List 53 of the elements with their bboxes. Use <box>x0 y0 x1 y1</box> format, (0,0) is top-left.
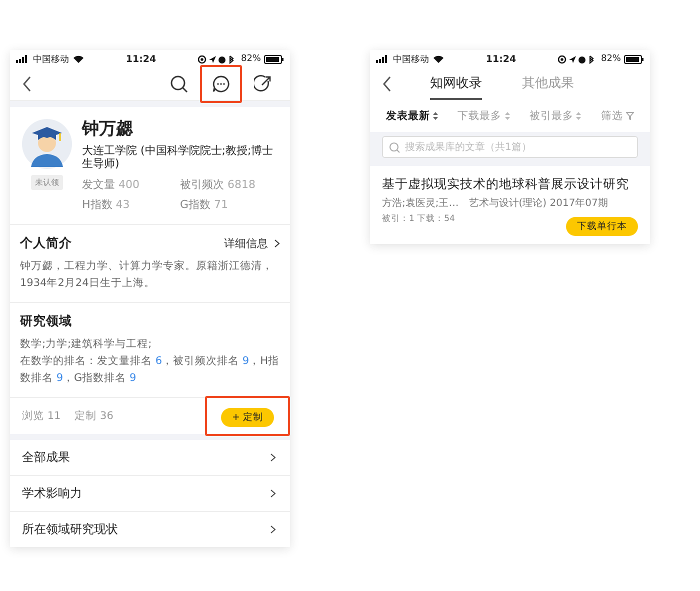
subscribe-button[interactable]: + 定制 <box>221 408 274 428</box>
download-button[interactable]: 下载单行本 <box>566 217 638 236</box>
chevron-icon <box>270 453 276 462</box>
subscriptions-count: 定制 36 <box>74 409 114 424</box>
menu-item[interactable]: 所在领域研究现状 <box>10 512 290 548</box>
menu-item[interactable]: 学术影响力 <box>10 476 290 512</box>
status-time: 11:24 <box>484 54 518 64</box>
search-field[interactable]: 搜索成果库的文章（共1篇） <box>382 136 638 158</box>
unclaimed-badge: 未认领 <box>31 175 63 190</box>
stat-text: 发文量 400 <box>82 177 140 192</box>
back-icon[interactable] <box>22 76 32 92</box>
avatar-icon <box>22 119 72 169</box>
battery-percent: 82% <box>240 54 261 64</box>
stat-text: 被引频次 6818 <box>180 177 256 192</box>
search-icon[interactable] <box>170 75 188 93</box>
sort-option[interactable]: 发表最新 <box>386 109 438 123</box>
section-title: 研究领域 <box>20 313 72 330</box>
details-link[interactable]: 详细信息 <box>224 236 280 252</box>
carrier-name: 中国移动 <box>393 54 429 66</box>
wifi-icon <box>73 55 84 63</box>
filter-icon <box>626 112 634 120</box>
search-icon <box>389 142 400 153</box>
chevron-icon <box>270 525 276 534</box>
sort-arrows-icon <box>504 112 510 120</box>
article-counts: 被引：1 下载：54 <box>382 213 455 225</box>
menu-item[interactable]: 全部成果 <box>10 440 290 476</box>
views-count: 浏览 11 <box>22 409 61 424</box>
battery-percent: 82% <box>600 54 621 64</box>
article-title[interactable]: 基于虚拟现实技术的地球科普展示设计研究 <box>382 176 638 193</box>
back-icon[interactable] <box>382 76 392 92</box>
signal-icon <box>376 55 390 63</box>
battery-icon <box>264 54 284 64</box>
signal-icon <box>16 55 30 63</box>
sort-arrows-icon <box>432 112 438 120</box>
article-authors: 方浩;袁医灵;王… <box>382 196 459 210</box>
chevron-icon <box>270 489 276 498</box>
research-fields: 数学;力学;建筑科学与工程; <box>20 336 280 354</box>
battery-icon <box>624 54 644 64</box>
stat-text: H指数 43 <box>82 197 131 212</box>
chat-icon[interactable] <box>212 75 230 93</box>
stat-text: G指数 71 <box>180 197 230 212</box>
chevron-icon <box>274 239 280 248</box>
intro-text: 钟万勰，工程力学、计算力学专家。原籍浙江德清，1934年2月24日生于上海。 <box>20 259 274 292</box>
affiliation-text: 大连工学院 (中国科学院院士;教授;博士生导师) <box>82 144 274 170</box>
ranking-text: 在数学的排名：发文量排名 6，被引频次排名 9，H指数排名 9，G指数排名 9 <box>20 354 280 386</box>
status-time: 11:24 <box>124 54 158 64</box>
scholar-name: 钟万勰 <box>82 118 134 140</box>
share-icon[interactable] <box>254 75 272 93</box>
section-title: 个人简介 <box>20 235 72 252</box>
wifi-icon <box>433 55 444 63</box>
carrier-name: 中国移动 <box>33 54 69 66</box>
sort-arrows-icon <box>576 112 582 120</box>
journal-issue: 艺术与设计(理论) 2017年07期 <box>468 196 608 210</box>
